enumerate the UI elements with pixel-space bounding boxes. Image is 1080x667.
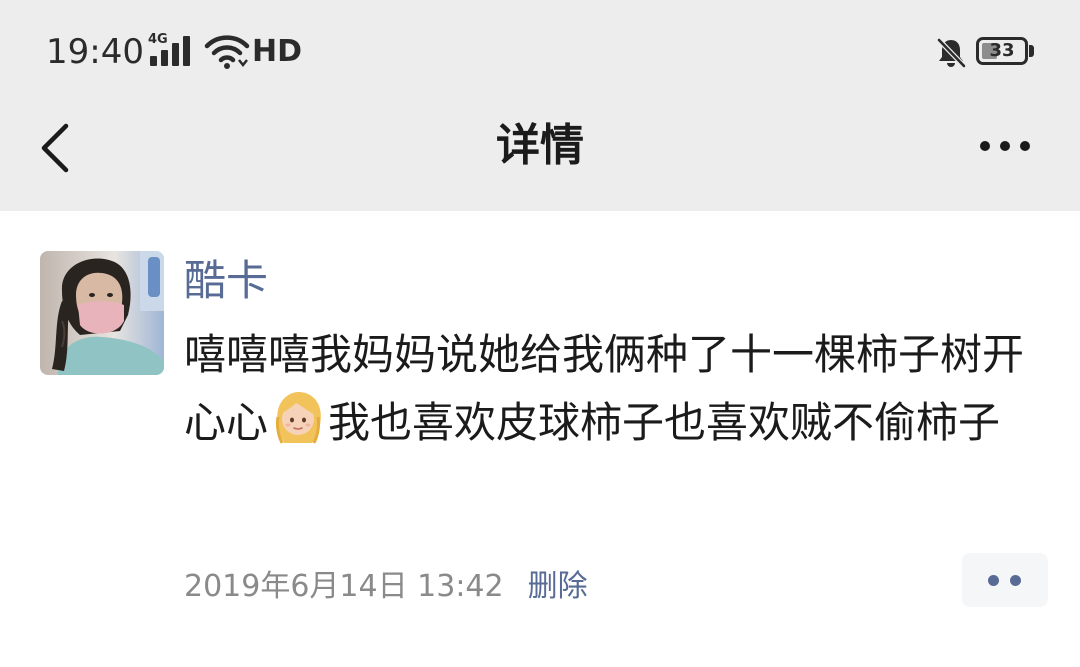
- author-name[interactable]: 酷卡: [184, 253, 268, 309]
- battery-icon: 33: [976, 37, 1036, 69]
- two-dots-icon: [988, 575, 999, 586]
- more-horizontal-icon[interactable]: [970, 120, 1040, 172]
- two-dots-icon-dot: [1010, 575, 1021, 586]
- signal-icon: [150, 36, 190, 66]
- mute-bell-icon: [937, 38, 966, 68]
- battery-cap: [1029, 45, 1034, 57]
- post-text-part2: 我也喜欢皮球柿子也喜欢贼不偷柿子: [328, 398, 1001, 447]
- avatar[interactable]: [40, 251, 164, 375]
- nav-bar: 详情: [0, 100, 1080, 211]
- moment-post: 酷卡 嘻嘻嘻我妈妈说她给我俩种了十一棵柿子树开心心 我也喜欢皮球柿子也喜欢贼不偷…: [0, 211, 1080, 667]
- top-area: 19:40 4G HD 33 详情: [0, 0, 1080, 211]
- wifi-icon: [204, 35, 250, 69]
- battery-percentage: 33: [989, 40, 1015, 61]
- moments-detail-screen: 19:40 4G HD 33 详情 酷卡 嘻嘻嘻我妈妈说她给我俩种了十一棵柿子树…: [0, 0, 1080, 667]
- blonde-girl-emoji: [276, 391, 321, 444]
- post-content: 嘻嘻嘻我妈妈说她给我俩种了十一棵柿子树开心心 我也喜欢皮球柿子也喜欢贼不偷柿子: [184, 321, 1034, 457]
- page-title: 详情: [496, 120, 584, 171]
- status-bar: 19:40 4G HD 33: [0, 0, 1080, 100]
- post-timestamp: 2019年6月14日 13:42: [184, 569, 504, 604]
- chevron-left-icon[interactable]: [28, 120, 84, 176]
- post-meta: 2019年6月14日 13:42 删除: [184, 563, 588, 611]
- delete-link[interactable]: 删除: [528, 569, 588, 604]
- hd-label: HD: [252, 34, 303, 69]
- avatar-photo: [40, 251, 164, 375]
- comment-like-action-button[interactable]: [962, 553, 1048, 607]
- status-time: 19:40: [46, 32, 144, 72]
